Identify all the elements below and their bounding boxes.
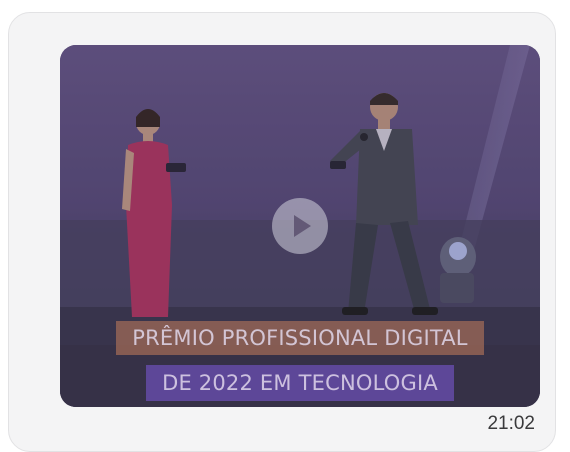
caption-text-1: PRÊMIO PROFISSIONAL DIGITAL bbox=[116, 321, 484, 355]
play-button[interactable] bbox=[272, 198, 328, 254]
video-thumbnail[interactable]: PRÊMIO PROFISSIONAL DIGITAL DE 2022 EM T… bbox=[60, 45, 540, 407]
play-icon bbox=[294, 215, 311, 237]
caption-line-1: PRÊMIO PROFISSIONAL DIGITAL bbox=[60, 321, 540, 355]
caption-text-2: DE 2022 EM TECNOLOGIA bbox=[146, 365, 454, 401]
video-message-bubble: PRÊMIO PROFISSIONAL DIGITAL DE 2022 EM T… bbox=[8, 12, 556, 452]
caption-line-2: DE 2022 EM TECNOLOGIA bbox=[60, 365, 540, 401]
message-timestamp: 21:02 bbox=[487, 413, 535, 434]
